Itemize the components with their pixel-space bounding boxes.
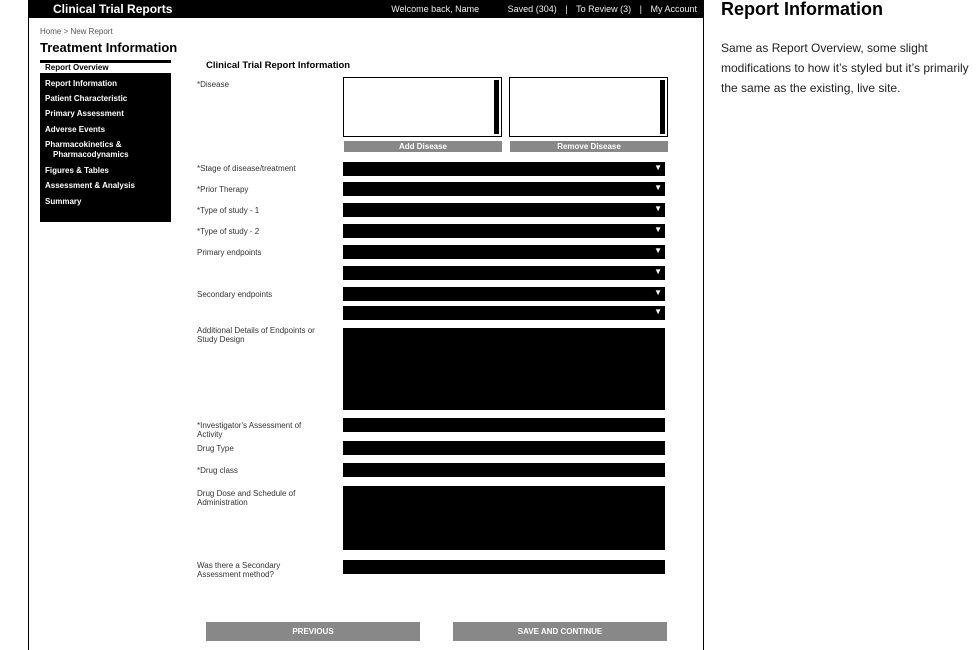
sidebar-item-report-overview[interactable]: Report Overview [40,63,171,73]
prior-therapy-label: *Prior Therapy [197,185,249,194]
drug-class-input[interactable] [343,463,665,477]
study-type-2-label: *Type of study - 2 [197,227,260,236]
sidebar-item-adverse-events[interactable]: Adverse Events [40,125,105,135]
secondary-assessment-input[interactable] [343,560,665,574]
drug-dose-label: Drug Dose and Schedule of Administration [197,489,296,507]
sidebar-item-pharmacodynamics[interactable]: Pharmacodynamics [40,150,129,160]
to-review-link[interactable]: To Review (3) [576,4,631,14]
disease-label: *Disease [197,80,230,89]
wireframe-frame: Clinical Trial Reports Welcome back, Nam… [28,0,704,650]
listbox-scrollbar[interactable] [494,80,499,134]
form-title: Clinical Trial Report Information [206,60,351,71]
disease-listbox[interactable] [343,77,502,137]
primary-endpoint-select-2[interactable] [343,266,665,280]
investigator-assessment-label: *Investigator's Assessment of Activity [197,421,302,439]
prior-therapy-select[interactable] [343,182,665,196]
secondary-assessment-label: Was there a Secondary Assessment method? [197,561,281,579]
annotation-description: Same as Report Overview, some slight mod… [721,41,969,95]
primary-endpoint-select-1[interactable] [343,245,665,259]
study-type-1-select[interactable] [343,203,665,217]
welcome-text: Welcome back, Name [391,4,480,14]
selected-disease-listbox[interactable] [509,77,668,137]
annotation-title: Report Information [721,0,883,19]
sidebar-item-assessment-analysis[interactable]: Assessment & Analysis [40,181,135,191]
top-nav: Welcome back, Name Saved (304) | To Revi… [385,4,697,14]
study-type-2-select[interactable] [343,224,665,238]
top-bar: Clinical Trial Reports Welcome back, Nam… [29,0,703,18]
drug-type-input[interactable] [343,441,665,455]
drug-dose-textarea[interactable] [343,486,665,550]
study-type-1-label: *Type of study - 1 [197,206,260,215]
sidebar-item-pharmacokinetics[interactable]: Pharmacokinetics & [40,140,121,150]
primary-endpoints-label: Primary endpoints [197,248,262,257]
my-account-link[interactable]: My Account [650,4,697,14]
breadcrumb[interactable]: Home > New Report [40,27,113,36]
sidebar-item-patient-characteristic[interactable]: Patient Characteristic [40,94,127,104]
nav-separator: | [565,4,568,14]
secondary-endpoints-label: Secondary endpoints [197,290,273,299]
stage-label: *Stage of disease/treatment [197,164,296,173]
sidebar-nav: Report Overview Report Information Patie… [40,60,171,222]
save-and-continue-button[interactable]: SAVE AND CONTINUE [453,622,667,641]
nav-separator: | [639,4,642,14]
stage-select[interactable] [343,162,665,176]
remove-disease-button[interactable]: Remove Disease [510,141,668,152]
drug-class-label: *Drug class [197,466,238,475]
drug-type-label: Drug Type [197,444,234,453]
brand-title: Clinical Trial Reports [53,2,173,16]
previous-button[interactable]: PREVIOUS [206,622,420,641]
sidebar-item-report-information[interactable]: Report Information [40,79,117,89]
saved-link[interactable]: Saved (304) [508,4,557,14]
additional-details-textarea[interactable] [343,328,665,410]
secondary-endpoint-select-2[interactable] [343,306,665,320]
add-disease-button[interactable]: Add Disease [344,141,502,152]
sidebar-item-figures-tables[interactable]: Figures & Tables [40,166,109,176]
page-title: Treatment Information [40,40,178,55]
listbox-scrollbar[interactable] [660,80,665,134]
additional-details-label: Additional Details of Endpoints or Study… [197,326,315,344]
investigator-assessment-input[interactable] [343,418,665,432]
secondary-endpoint-select-1[interactable] [343,287,665,301]
sidebar-item-summary[interactable]: Summary [40,197,81,207]
sidebar-item-primary-assessment[interactable]: Primary Assessment [40,109,124,119]
